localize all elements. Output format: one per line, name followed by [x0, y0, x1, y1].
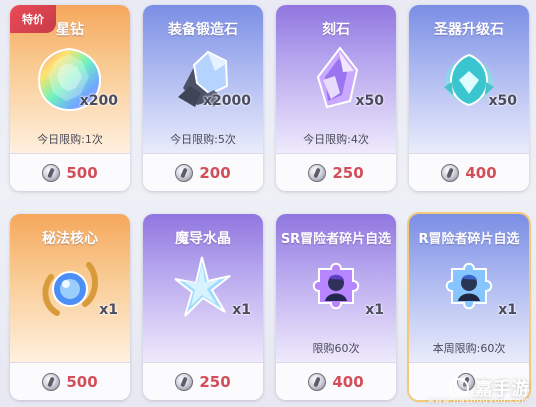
- item-name: SR冒险者碎片自选: [280, 232, 392, 247]
- purchase-limit: 今日限购:4次: [303, 133, 369, 146]
- price-button[interactable]: 250: [143, 362, 263, 400]
- price-value: 400: [465, 164, 497, 182]
- price-button[interactable]: 500: [10, 153, 130, 191]
- price-value: 250: [199, 373, 231, 391]
- shop-item-card[interactable]: SR冒险者碎片自选 x1 限购60次 400: [276, 214, 396, 400]
- purchase-limit: 今日限购:5次: [170, 133, 236, 146]
- shop-item-card[interactable]: 装备锻造石 x2000 今日限购:5次 200: [143, 5, 263, 191]
- item-name: R冒险者碎片自选: [418, 232, 520, 247]
- item-quantity: x50: [488, 93, 517, 109]
- item-quantity: x1: [232, 302, 251, 318]
- price-button[interactable]: 400: [409, 153, 529, 191]
- purchase-limit: 限购60次: [312, 342, 360, 355]
- silver-coin-icon: [42, 164, 61, 182]
- item-quantity: x1: [99, 302, 118, 318]
- promo-tag: 特价: [10, 5, 56, 33]
- price-value: 250: [332, 164, 364, 182]
- silver-coin-icon: [441, 164, 460, 182]
- purchase-limit: 本周限购:60次: [432, 342, 506, 355]
- item-name: 秘法核心: [42, 231, 98, 247]
- watermark: 嘉手游 www.jiashouyou.com: [428, 375, 531, 405]
- watermark-text-en: www.jiashouyou.com: [427, 396, 530, 405]
- price-value: 500: [66, 373, 98, 391]
- shop-grid: 特价 星钻 x200 今日限购:1次 500 装备锻造石 x2000 今日限购:…: [0, 0, 536, 407]
- price-button[interactable]: 250: [276, 153, 396, 191]
- silver-coin-icon: [175, 373, 194, 391]
- shop-item-card[interactable]: 圣器升级石 x50 400: [409, 5, 529, 191]
- price-value: 200: [199, 164, 231, 182]
- item-quantity: x1: [498, 302, 517, 318]
- shop-item-card[interactable]: 刻石 x50 今日限购:4次 250: [276, 5, 396, 191]
- item-name: 圣器升级石: [434, 22, 504, 38]
- item-quantity: x200: [79, 93, 118, 109]
- silver-coin-icon: [175, 164, 194, 182]
- item-name: 魔导水晶: [175, 231, 231, 247]
- price-button[interactable]: 500: [10, 362, 130, 400]
- silver-coin-icon: [308, 164, 327, 182]
- item-quantity: x1: [365, 302, 384, 318]
- price-value: 400: [332, 373, 364, 391]
- price-button[interactable]: 400: [276, 362, 396, 400]
- item-quantity: x50: [355, 93, 384, 109]
- shop-item-card[interactable]: 魔导水晶 x1 250: [143, 214, 263, 400]
- price-value: 500: [66, 164, 98, 182]
- silver-coin-icon: [308, 373, 327, 391]
- price-button[interactable]: 200: [143, 153, 263, 191]
- item-quantity: x2000: [203, 93, 251, 109]
- shop-item-card[interactable]: 特价 星钻 x200 今日限购:1次 500: [10, 5, 130, 191]
- shop-item-card[interactable]: 秘法核心 x1 500: [10, 214, 130, 400]
- purchase-limit: 今日限购:1次: [37, 133, 103, 146]
- shop-item-card[interactable]: R冒险者碎片自选 x1 本周限购:60次: [409, 214, 529, 400]
- item-name: 装备锻造石: [168, 22, 238, 38]
- item-name: 刻石: [322, 22, 350, 38]
- watermark-logo-icon: [448, 378, 469, 398]
- silver-coin-icon: [42, 373, 61, 391]
